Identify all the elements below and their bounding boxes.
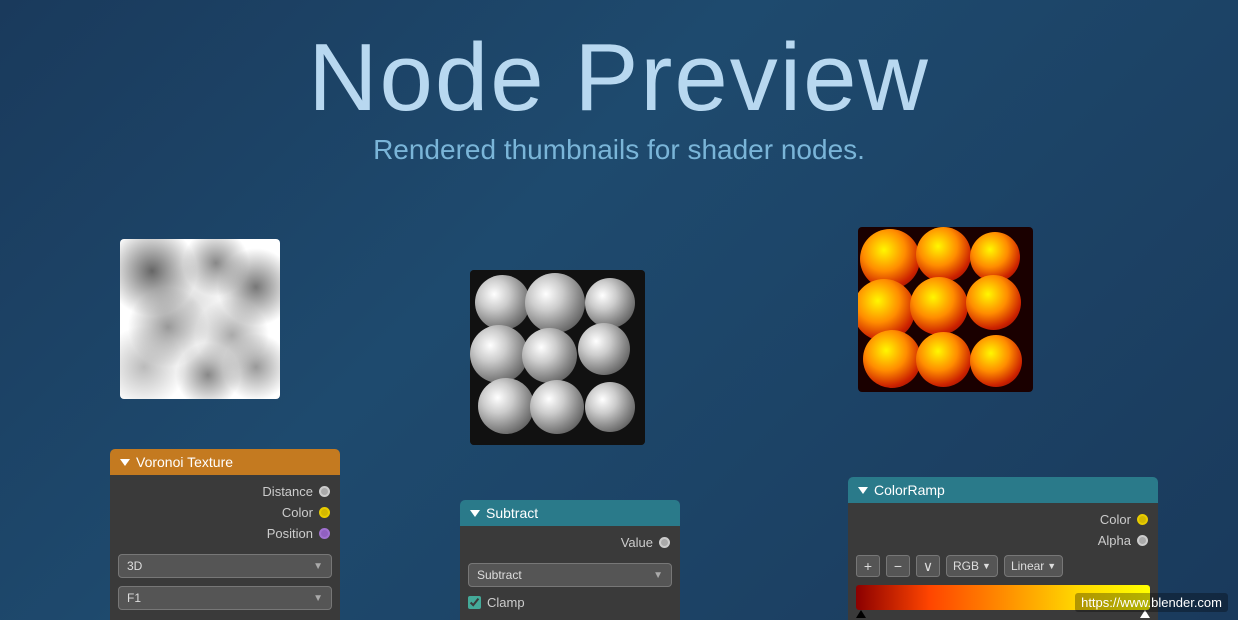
clamp-label: Clamp [487,595,525,610]
nodes-area: Voronoi Texture Distance Color Position … [0,340,1238,620]
ramp-color-socket [1137,514,1148,525]
voronoi-header-label: Voronoi Texture [136,454,233,470]
value-label: Value [621,535,653,550]
ramp-output-color-row: Color [848,509,1158,530]
ramp-header-label: ColorRamp [874,482,945,498]
ramp-collapse-icon[interactable] [858,487,868,494]
position-label: Position [267,526,313,541]
distance-socket [319,486,330,497]
voronoi-dropdown2-row[interactable]: F1 ▼ [110,582,340,614]
subtitle: Rendered thumbnails for shader nodes. [0,134,1238,166]
ramp-interpolation-arrow-icon: ▼ [1047,561,1056,571]
subtract-dropdown-row[interactable]: Subtract ▼ [460,559,680,591]
subtract-mode-dropdown[interactable]: Subtract ▼ [468,563,672,587]
add-stop-button[interactable]: + [856,555,880,577]
main-title: Node Preview [0,30,1238,126]
website-badge: https://www.blender.com [1075,593,1228,612]
thumbnail-subtract [470,270,645,445]
subtract-collapse-icon[interactable] [470,510,480,517]
node-header-subtract[interactable]: Subtract [460,500,680,526]
ramp-alpha-socket [1137,535,1148,546]
distance-label: Distance [262,484,313,499]
dimension-arrow-icon: ▼ [313,561,323,572]
clamp-checkbox[interactable] [468,596,481,609]
subtract-arrow-icon: ▼ [653,570,663,581]
node-header-colorramp[interactable]: ColorRamp [848,477,1158,503]
title-section: Node Preview Rendered thumbnails for sha… [0,0,1238,166]
voronoi-body: Distance Color Position 3D ▼ F1 [110,475,340,620]
node-subtract: Subtract Value Subtract ▼ Clamp [460,500,680,620]
hot-texture-image [858,227,1033,392]
output-distance-row: Distance [110,481,340,502]
subtract-body: Value Subtract ▼ Clamp [460,526,680,620]
ramp-color-label: Color [1100,512,1131,527]
output-color-row: Color [110,502,340,523]
collapse-triangle-icon[interactable] [120,459,130,466]
voronoi-feature-dropdown[interactable]: F1 ▼ [118,586,332,610]
color-label: Color [282,505,313,520]
position-socket [319,528,330,539]
bubbles-texture-image [470,270,645,445]
ramp-arrow-button[interactable]: ∨ [916,555,940,577]
clamp-row: Clamp [460,591,680,614]
ramp-mode-value: RGB [953,559,979,573]
ramp-mode-arrow-icon: ▼ [982,561,991,571]
voronoi-texture-image [120,239,280,399]
feature-arrow-icon: ▼ [313,593,323,604]
feature-value: F1 [127,591,141,605]
ramp-interpolation-value: Linear [1011,559,1044,573]
subtract-mode-value: Subtract [477,568,522,582]
ramp-controls-row: + − ∨ RGB ▼ Linear ▼ [848,551,1158,581]
output-position-row: Position [110,523,340,544]
node-voronoi: Voronoi Texture Distance Color Position … [110,449,340,620]
dimension-value: 3D [127,559,142,573]
node-header-voronoi[interactable]: Voronoi Texture [110,449,340,475]
color-socket [319,507,330,518]
ramp-alpha-label: Alpha [1098,533,1131,548]
ramp-mode-dropdown[interactable]: RGB ▼ [946,555,998,577]
subtract-header-label: Subtract [486,505,538,521]
remove-stop-button[interactable]: − [886,555,910,577]
voronoi-dropdown1-row[interactable]: 3D ▼ [110,550,340,582]
value-socket [659,537,670,548]
ramp-output-alpha-row: Alpha [848,530,1158,551]
thumbnail-voronoi [120,239,280,399]
ramp-marker-left[interactable] [856,610,866,618]
output-value-row: Value [460,532,680,553]
ramp-interpolation-dropdown[interactable]: Linear ▼ [1004,555,1063,577]
voronoi-dimension-dropdown[interactable]: 3D ▼ [118,554,332,578]
thumbnail-colorramp [858,227,1033,392]
